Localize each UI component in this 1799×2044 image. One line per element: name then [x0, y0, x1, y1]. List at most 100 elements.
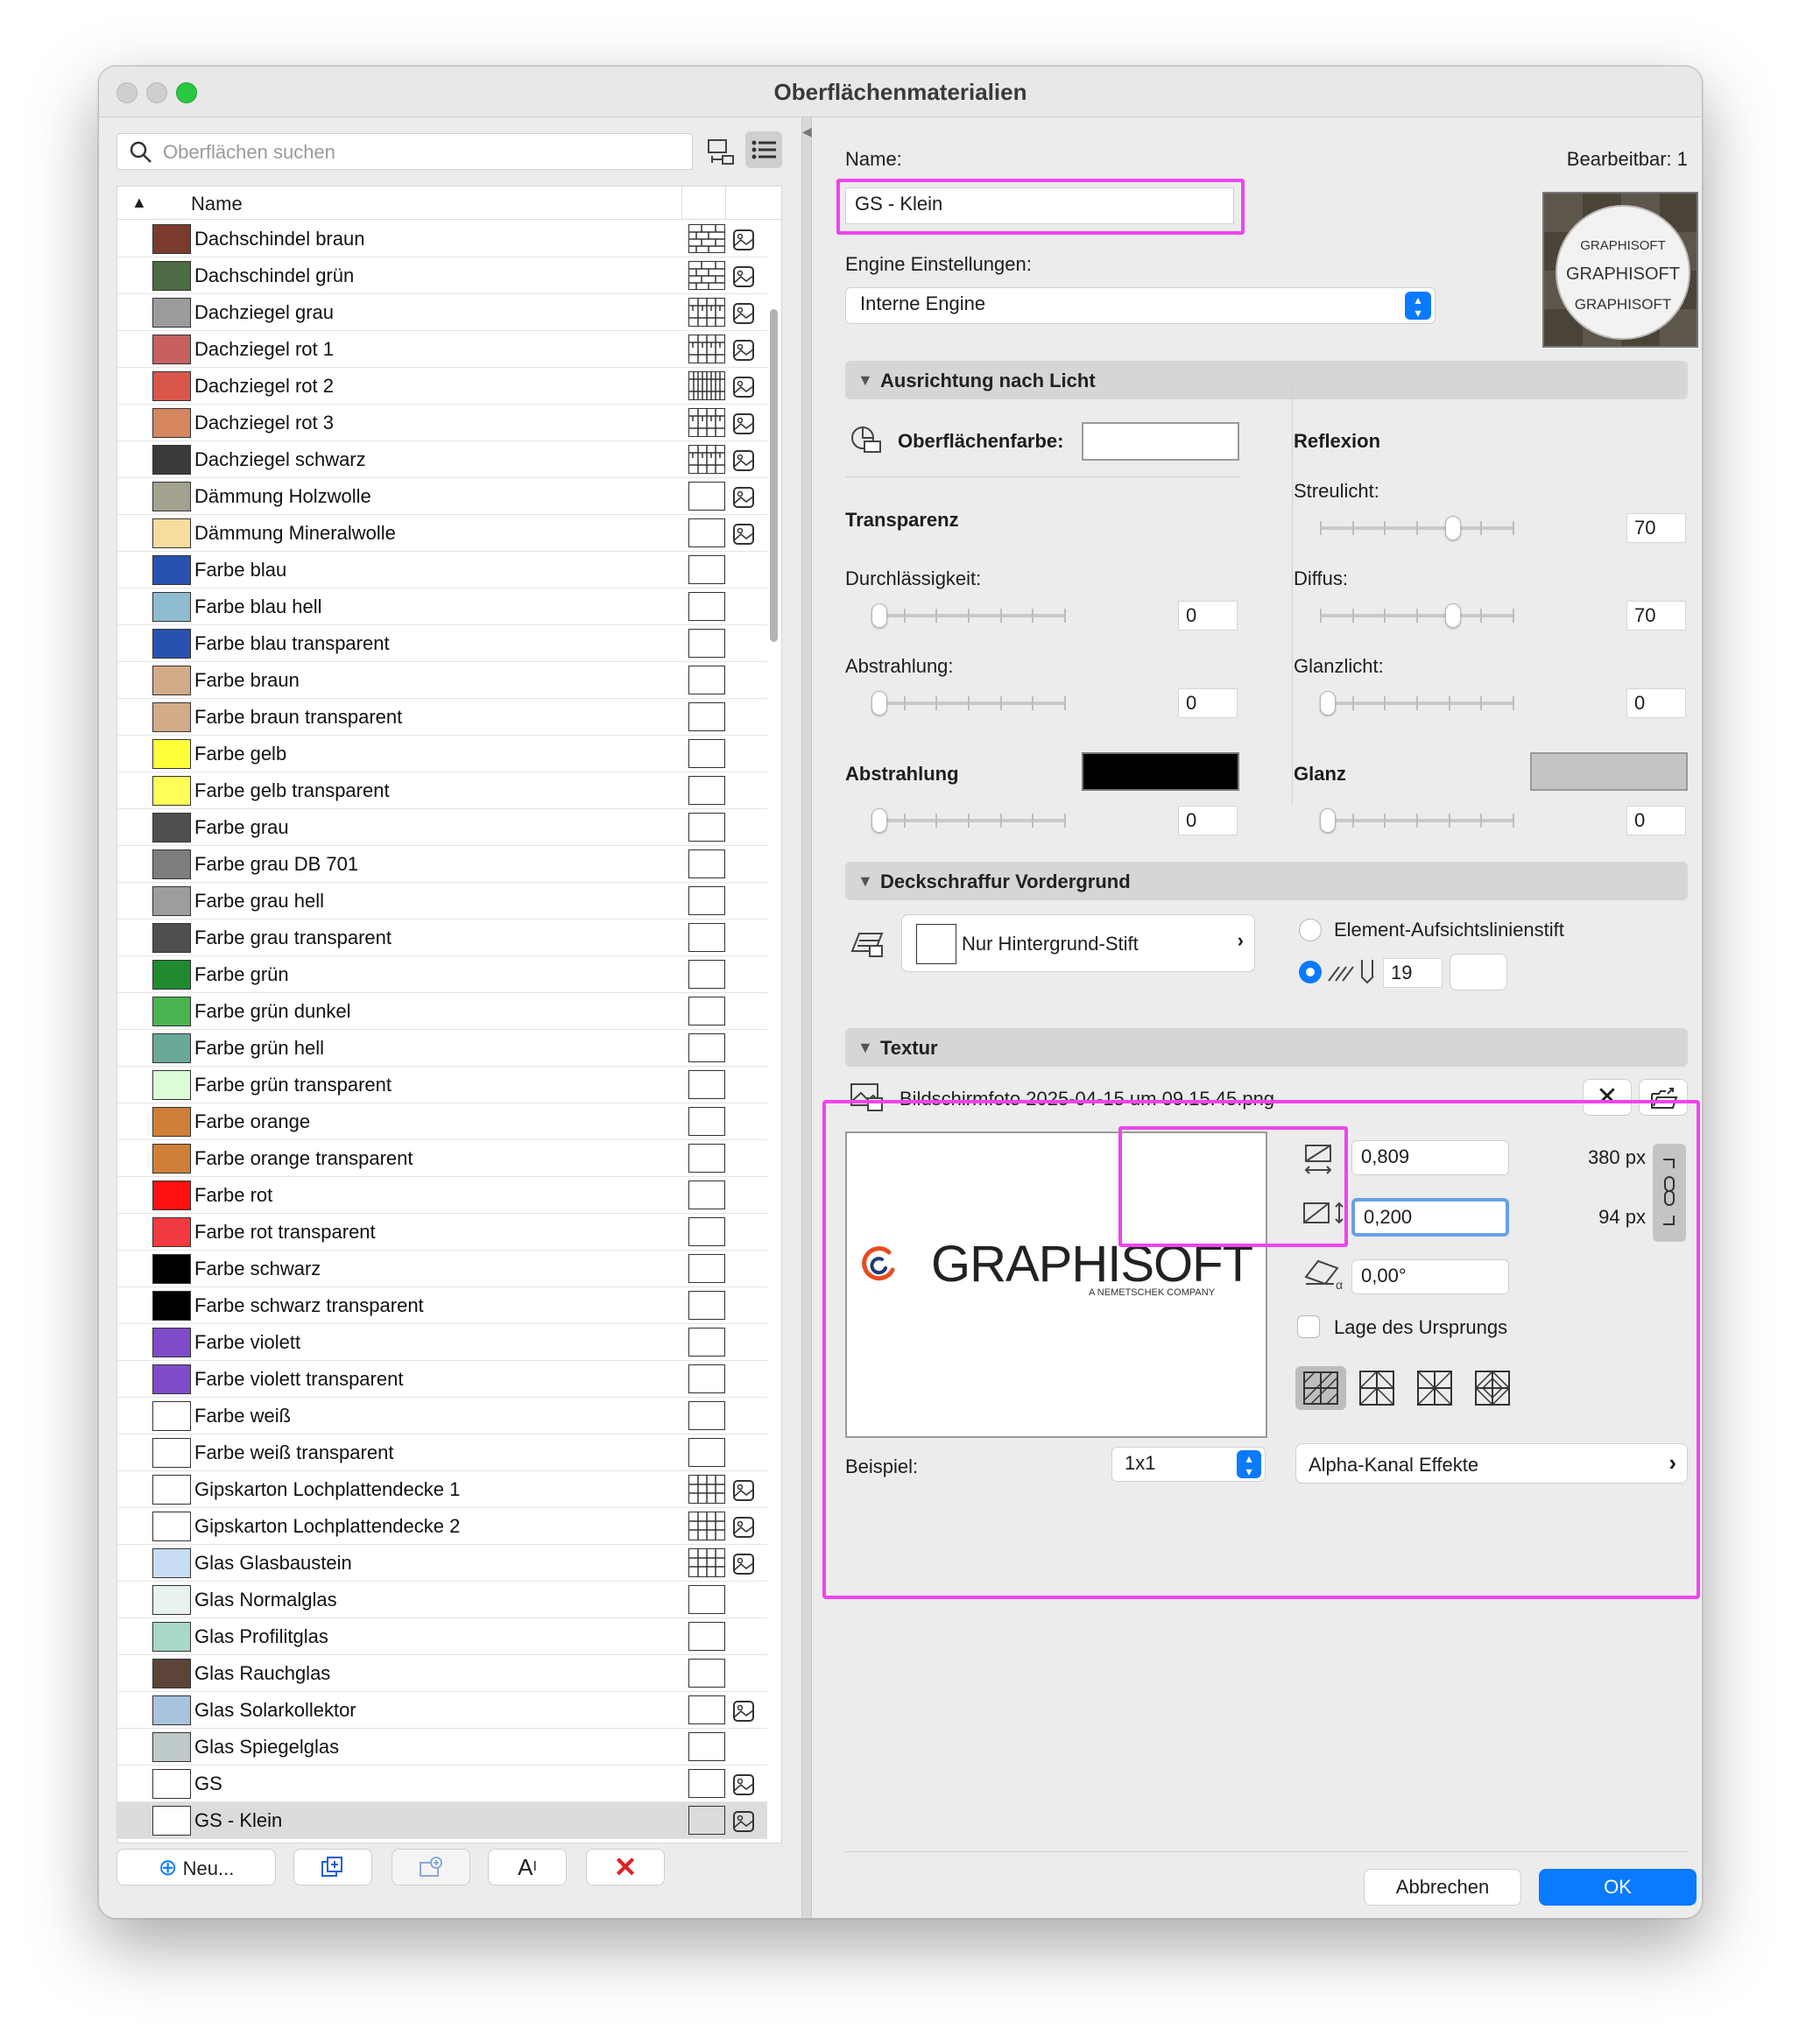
list-item[interactable]: Glas Normalglas [117, 1582, 767, 1618]
emission-slider[interactable] [871, 807, 1066, 834]
column-header-name[interactable]: Name [191, 193, 243, 215]
emission-value[interactable]: 0 [1178, 806, 1238, 835]
list-item[interactable]: GS [117, 1766, 767, 1802]
slider-knob[interactable] [871, 691, 887, 715]
list-item[interactable]: Farbe grau hell [117, 883, 767, 920]
radio-element-pen[interactable] [1299, 919, 1322, 941]
list-item[interactable]: Farbe grau [117, 809, 767, 846]
list-item[interactable]: Farbe rot transparent [117, 1214, 767, 1251]
list-scrollbar[interactable] [767, 309, 780, 1843]
list-item[interactable]: Dachziegel schwarz [117, 441, 767, 478]
list-item[interactable]: Farbe violett [117, 1324, 767, 1361]
list-item[interactable]: Farbe blau transparent [117, 625, 767, 662]
ok-button[interactable]: OK [1539, 1869, 1697, 1906]
list-item[interactable]: Glas Solarkollektor [117, 1692, 767, 1729]
list-item[interactable]: Glas Profilitglas [117, 1618, 767, 1655]
slider-knob[interactable] [1444, 603, 1461, 628]
material-name: Farbe grau transparent [194, 927, 392, 948]
diffuse-light-value[interactable]: 70 [1626, 513, 1686, 543]
engine-select[interactable]: Interne Engine ▴ ▾ [845, 287, 1436, 324]
search-field[interactable]: Oberflächen suchen [116, 133, 693, 170]
list-item[interactable]: Farbe orange transparent [117, 1140, 767, 1177]
section-hatch-header[interactable]: ▼ Deckschraffur Vordergrund [845, 862, 1688, 900]
pen-color-button[interactable] [1450, 954, 1507, 990]
list-item[interactable]: Farbe schwarz [117, 1251, 767, 1287]
import-button[interactable] [392, 1849, 470, 1885]
slider-knob[interactable] [871, 603, 887, 628]
diffuse-light-slider[interactable] [1320, 515, 1514, 541]
gloss-value[interactable]: 0 [1626, 806, 1686, 835]
list-view-button[interactable] [745, 131, 782, 168]
permeability-value[interactable]: 0 [1178, 601, 1238, 631]
list-item[interactable]: Glas Spiegelglas [117, 1729, 767, 1766]
specular-slider[interactable] [1320, 690, 1514, 716]
list-item[interactable]: Dämmung Holzwolle [117, 478, 767, 515]
list-item[interactable]: Dachschindel grün [117, 257, 767, 294]
permeability-slider[interactable] [871, 603, 1066, 629]
list-item[interactable]: Farbe rot [117, 1177, 767, 1214]
list-view-icon [751, 140, 776, 159]
texture-icon [732, 486, 755, 509]
list-item[interactable]: Glas Rauchglas [117, 1655, 767, 1692]
pen-selector[interactable]: Nur Hintergrund-Stift › [901, 914, 1255, 972]
panel-divider[interactable]: ◀ [801, 117, 812, 1918]
diffuse-slider[interactable] [1320, 603, 1514, 629]
list-item[interactable]: Farbe blau hell [117, 589, 767, 625]
list-item[interactable]: Dachziegel rot 3 [117, 405, 767, 441]
list-item[interactable]: Farbe weiß [117, 1398, 767, 1434]
slider-knob[interactable] [1320, 808, 1336, 833]
list-item[interactable]: Farbe weiß transparent [117, 1434, 767, 1471]
list-item[interactable]: Farbe grau transparent [117, 920, 767, 956]
gloss-color-swatch[interactable] [1530, 752, 1688, 791]
list-item[interactable]: Farbe grau DB 701 [117, 846, 767, 883]
cancel-button[interactable]: Abbrechen [1364, 1869, 1521, 1906]
list-item[interactable]: Gipskarton Lochplattendecke 1 [117, 1471, 767, 1508]
surface-color-swatch[interactable] [1082, 422, 1239, 461]
slider-knob[interactable] [1444, 516, 1461, 540]
duplicate-button[interactable] [293, 1849, 372, 1885]
list-item[interactable]: Farbe braun transparent [117, 699, 767, 736]
list-item[interactable]: Glas Glasbaustein [117, 1545, 767, 1582]
list-item[interactable]: Farbe gelb [117, 736, 767, 772]
slider-knob[interactable] [1320, 691, 1336, 715]
radiation-value[interactable]: 0 [1178, 688, 1238, 718]
rename-button[interactable]: AI [488, 1849, 567, 1885]
sort-ascending-icon[interactable]: ▲ [131, 194, 147, 212]
radio-custom-pen[interactable] [1299, 961, 1322, 983]
list-item[interactable]: Farbe grün transparent [117, 1067, 767, 1103]
list-item[interactable]: Dachziegel rot 2 [117, 368, 767, 405]
pen-number-input[interactable]: 19 [1383, 958, 1443, 988]
list-item[interactable]: Dachziegel rot 1 [117, 331, 767, 368]
list-item[interactable]: Dachziegel grau [117, 294, 767, 331]
radiation-slider[interactable] [871, 690, 1066, 716]
list-item[interactable]: GS - Klein [117, 1802, 767, 1839]
list-item[interactable]: Dämmung Mineralwolle [117, 515, 767, 552]
new-material-button[interactable]: ⊕ Neu... [116, 1849, 276, 1885]
list-item[interactable]: Farbe orange [117, 1103, 767, 1140]
list-item[interactable]: Dachschindel braun [117, 221, 767, 257]
collapse-arrow-icon[interactable]: ◀ [802, 124, 812, 139]
material-name: Dachschindel grün [194, 264, 355, 286]
list-item[interactable]: Farbe grün hell [117, 1030, 767, 1067]
material-name: Farbe schwarz transparent [194, 1294, 424, 1316]
slider-knob[interactable] [871, 808, 887, 833]
gloss-slider[interactable] [1320, 807, 1514, 834]
emission-color-swatch[interactable] [1082, 752, 1239, 791]
list-item[interactable]: Farbe schwarz transparent [117, 1287, 767, 1324]
list-item[interactable]: Farbe grün [117, 956, 767, 993]
section-light-header[interactable]: ▼ Ausrichtung nach Licht [845, 361, 1688, 399]
color-swatch [152, 739, 191, 769]
hatch-pattern-icon [688, 1475, 725, 1504]
specular-value[interactable]: 0 [1626, 688, 1686, 718]
delete-button[interactable]: ✕ [586, 1849, 665, 1885]
list-item[interactable]: Farbe gelb transparent [117, 772, 767, 809]
list-item[interactable]: Farbe violett transparent [117, 1361, 767, 1398]
list-item[interactable]: Farbe braun [117, 662, 767, 699]
list-item[interactable]: Gipskarton Lochplattendecke 2 [117, 1508, 767, 1545]
color-swatch [152, 923, 191, 953]
folder-view-icon[interactable] [705, 135, 737, 166]
list-item[interactable]: Farbe blau [117, 552, 767, 589]
diffuse-value[interactable]: 70 [1626, 601, 1686, 631]
list-item[interactable]: Farbe grün dunkel [117, 993, 767, 1030]
section-texture-header[interactable]: ▼ Textur [845, 1028, 1688, 1067]
